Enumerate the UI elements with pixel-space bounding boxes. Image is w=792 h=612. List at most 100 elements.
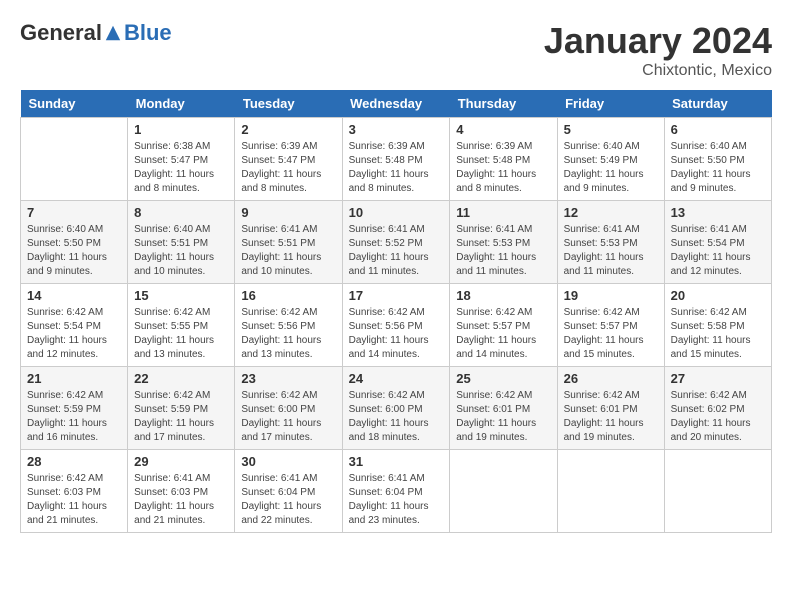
day-number: 31	[349, 454, 444, 469]
calendar-cell	[21, 118, 128, 201]
calendar-cell: 28Sunrise: 6:42 AMSunset: 6:03 PMDayligh…	[21, 450, 128, 533]
calendar-cell: 1 Sunrise: 6:38 AMSunset: 5:47 PMDaylight…	[128, 118, 235, 201]
calendar-cell: 19Sunrise: 6:42 AMSunset: 5:57 PMDayligh…	[557, 284, 664, 367]
day-info: Sunrise: 6:41 AMSunset: 5:53 PMDaylight:…	[456, 223, 550, 279]
day-number: 11	[456, 205, 550, 220]
day-number: 29	[134, 454, 228, 469]
logo-icon	[104, 24, 122, 42]
day-info: Sunrise: 6:41 AMSunset: 6:03 PMDaylight:…	[134, 472, 228, 528]
location: Chixtontic, Mexico	[544, 62, 772, 80]
day-number: 30	[241, 454, 335, 469]
calendar-cell: 26 Sunrise: 6:42 AMSunset: 6:01 PMDayligh…	[557, 367, 664, 450]
day-number: 25	[456, 371, 550, 386]
calendar-week-row: 28Sunrise: 6:42 AMSunset: 6:03 PMDayligh…	[21, 450, 772, 533]
calendar-cell: 3 Sunrise: 6:39 AMSunset: 5:48 PMDaylight…	[342, 118, 450, 201]
calendar-cell: 25 Sunrise: 6:42 AMSunset: 6:01 PMDayligh…	[450, 367, 557, 450]
calendar-cell: 10 Sunrise: 6:41 AMSunset: 5:52 PMDayligh…	[342, 201, 450, 284]
day-info: Sunrise: 6:42 AMSunset: 6:01 PMDaylight:…	[564, 389, 658, 445]
calendar-cell: 20Sunrise: 6:42 AMSunset: 5:58 PMDayligh…	[664, 284, 771, 367]
calendar-header-wednesday: Wednesday	[342, 90, 450, 118]
day-number: 3	[349, 122, 444, 137]
day-number: 5	[564, 122, 658, 137]
calendar-cell: 4Sunrise: 6:39 AMSunset: 5:48 PMDaylight…	[450, 118, 557, 201]
day-number: 22	[134, 371, 228, 386]
calendar-header-row: SundayMondayTuesdayWednesdayThursdayFrid…	[21, 90, 772, 118]
logo: General Blue	[20, 20, 172, 46]
calendar-header-friday: Friday	[557, 90, 664, 118]
day-number: 9	[241, 205, 335, 220]
calendar-cell: 5 Sunrise: 6:40 AMSunset: 5:49 PMDaylight…	[557, 118, 664, 201]
calendar-header-saturday: Saturday	[664, 90, 771, 118]
day-info: Sunrise: 6:42 AMSunset: 6:00 PMDaylight:…	[349, 389, 444, 445]
calendar-cell: 13 Sunrise: 6:41 AMSunset: 5:54 PMDayligh…	[664, 201, 771, 284]
calendar-cell: 23 Sunrise: 6:42 AMSunset: 6:00 PMDayligh…	[235, 367, 342, 450]
day-info: Sunrise: 6:42 AMSunset: 5:57 PMDaylight:…	[456, 306, 550, 362]
day-number: 13	[671, 205, 765, 220]
day-info: Sunrise: 6:42 AMSunset: 5:56 PMDaylight:…	[241, 306, 335, 362]
day-info: Sunrise: 6:41 AMSunset: 5:53 PMDaylight:…	[564, 223, 658, 279]
day-info: Sunrise: 6:42 AMSunset: 5:59 PMDaylight:…	[134, 389, 228, 445]
day-number: 15	[134, 288, 228, 303]
calendar-cell: 27 Sunrise: 6:42 AMSunset: 6:02 PMDayligh…	[664, 367, 771, 450]
day-number: 23	[241, 371, 335, 386]
day-info: Sunrise: 6:40 AMSunset: 5:49 PMDaylight:…	[564, 140, 658, 196]
calendar-week-row: 1 Sunrise: 6:38 AMSunset: 5:47 PMDaylight…	[21, 118, 772, 201]
calendar-cell: 2Sunrise: 6:39 AMSunset: 5:47 PMDaylight…	[235, 118, 342, 201]
day-info: Sunrise: 6:42 AMSunset: 5:56 PMDaylight:…	[349, 306, 444, 362]
day-info: Sunrise: 6:42 AMSunset: 5:57 PMDaylight:…	[564, 306, 658, 362]
day-info: Sunrise: 6:42 AMSunset: 5:55 PMDaylight:…	[134, 306, 228, 362]
calendar-cell: 18Sunrise: 6:42 AMSunset: 5:57 PMDayligh…	[450, 284, 557, 367]
day-number: 10	[349, 205, 444, 220]
day-info: Sunrise: 6:42 AMSunset: 6:03 PMDaylight:…	[27, 472, 121, 528]
day-info: Sunrise: 6:41 AMSunset: 5:52 PMDaylight:…	[349, 223, 444, 279]
day-number: 7	[27, 205, 121, 220]
day-number: 21	[27, 371, 121, 386]
day-info: Sunrise: 6:42 AMSunset: 6:00 PMDaylight:…	[241, 389, 335, 445]
day-number: 26	[564, 371, 658, 386]
day-info: Sunrise: 6:42 AMSunset: 5:59 PMDaylight:…	[27, 389, 121, 445]
day-info: Sunrise: 6:40 AMSunset: 5:51 PMDaylight:…	[134, 223, 228, 279]
calendar-week-row: 14 Sunrise: 6:42 AMSunset: 5:54 PMDayligh…	[21, 284, 772, 367]
calendar-cell: 11 Sunrise: 6:41 AMSunset: 5:53 PMDayligh…	[450, 201, 557, 284]
day-number: 14	[27, 288, 121, 303]
day-info: Sunrise: 6:39 AMSunset: 5:48 PMDaylight:…	[349, 140, 444, 196]
day-info: Sunrise: 6:41 AMSunset: 6:04 PMDaylight:…	[241, 472, 335, 528]
calendar-cell: 6Sunrise: 6:40 AMSunset: 5:50 PMDaylight…	[664, 118, 771, 201]
day-number: 8	[134, 205, 228, 220]
calendar-week-row: 7 Sunrise: 6:40 AMSunset: 5:50 PMDaylight…	[21, 201, 772, 284]
calendar-cell: 24Sunrise: 6:42 AMSunset: 6:00 PMDayligh…	[342, 367, 450, 450]
day-info: Sunrise: 6:38 AMSunset: 5:47 PMDaylight:…	[134, 140, 228, 196]
calendar-cell: 29 Sunrise: 6:41 AMSunset: 6:03 PMDayligh…	[128, 450, 235, 533]
calendar-week-row: 21 Sunrise: 6:42 AMSunset: 5:59 PMDayligh…	[21, 367, 772, 450]
calendar-cell: 8 Sunrise: 6:40 AMSunset: 5:51 PMDaylight…	[128, 201, 235, 284]
day-number: 2	[241, 122, 335, 137]
day-info: Sunrise: 6:42 AMSunset: 6:02 PMDaylight:…	[671, 389, 765, 445]
day-number: 17	[349, 288, 444, 303]
day-number: 27	[671, 371, 765, 386]
day-number: 6	[671, 122, 765, 137]
calendar-cell: 22 Sunrise: 6:42 AMSunset: 5:59 PMDayligh…	[128, 367, 235, 450]
calendar-header-sunday: Sunday	[21, 90, 128, 118]
day-info: Sunrise: 6:42 AMSunset: 5:58 PMDaylight:…	[671, 306, 765, 362]
day-info: Sunrise: 6:39 AMSunset: 5:48 PMDaylight:…	[456, 140, 550, 196]
calendar-cell: 15 Sunrise: 6:42 AMSunset: 5:55 PMDayligh…	[128, 284, 235, 367]
day-info: Sunrise: 6:42 AMSunset: 6:01 PMDaylight:…	[456, 389, 550, 445]
calendar-header-thursday: Thursday	[450, 90, 557, 118]
page-header: General Blue January 2024 Chixtontic, Me…	[20, 20, 772, 80]
calendar-cell: 30 Sunrise: 6:41 AMSunset: 6:04 PMDayligh…	[235, 450, 342, 533]
logo-general-text: General	[20, 20, 102, 46]
calendar-cell: 7 Sunrise: 6:40 AMSunset: 5:50 PMDaylight…	[21, 201, 128, 284]
title-area: January 2024 Chixtontic, Mexico	[544, 20, 772, 80]
calendar-cell: 14 Sunrise: 6:42 AMSunset: 5:54 PMDayligh…	[21, 284, 128, 367]
logo-blue-text: Blue	[124, 20, 172, 46]
day-info: Sunrise: 6:40 AMSunset: 5:50 PMDaylight:…	[27, 223, 121, 279]
calendar-cell: 16Sunrise: 6:42 AMSunset: 5:56 PMDayligh…	[235, 284, 342, 367]
calendar-cell: 12Sunrise: 6:41 AMSunset: 5:53 PMDayligh…	[557, 201, 664, 284]
day-number: 1	[134, 122, 228, 137]
day-info: Sunrise: 6:42 AMSunset: 5:54 PMDaylight:…	[27, 306, 121, 362]
day-info: Sunrise: 6:41 AMSunset: 5:54 PMDaylight:…	[671, 223, 765, 279]
day-info: Sunrise: 6:41 AMSunset: 5:51 PMDaylight:…	[241, 223, 335, 279]
calendar-cell	[664, 450, 771, 533]
calendar-cell: 9 Sunrise: 6:41 AMSunset: 5:51 PMDaylight…	[235, 201, 342, 284]
calendar-table: SundayMondayTuesdayWednesdayThursdayFrid…	[20, 90, 772, 533]
